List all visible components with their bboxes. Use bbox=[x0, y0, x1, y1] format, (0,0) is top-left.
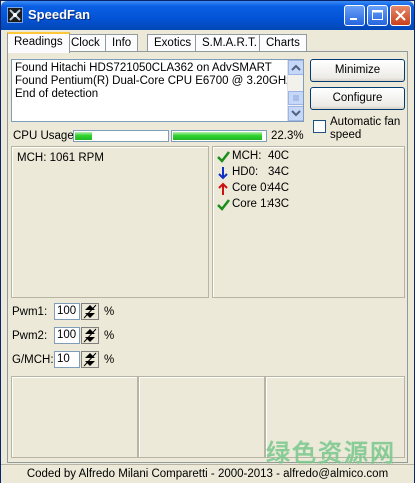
log-line: End of detection bbox=[15, 88, 99, 100]
tab-clock[interactable]: Clock bbox=[64, 34, 107, 51]
gmch-spinner[interactable] bbox=[81, 351, 99, 368]
temp-value: 34C bbox=[268, 166, 290, 178]
pwm2-spinner[interactable] bbox=[81, 327, 99, 344]
temp-value: 44C bbox=[268, 182, 290, 194]
automatic-fan-speed-label: Automatic fan speed bbox=[330, 116, 401, 141]
pwm1-label: Pwm1: bbox=[12, 306, 48, 318]
pwm2-unit: % bbox=[104, 330, 115, 342]
cpu-core0-fill bbox=[75, 132, 92, 140]
log-line: Found Pentium(R) Dual-Core CPU E6700 @ 3… bbox=[15, 75, 292, 87]
cpu-usage-total: 22.3% bbox=[271, 130, 304, 142]
speedfan-app-icon[interactable] bbox=[7, 7, 23, 23]
close-window-button[interactable] bbox=[390, 5, 411, 26]
pwm1-unit: % bbox=[104, 306, 115, 318]
pwm2-input[interactable]: 100 bbox=[54, 327, 80, 344]
title-bar[interactable]: SpeedFan bbox=[1, 1, 414, 30]
pwm1-spinner[interactable] bbox=[81, 303, 99, 320]
cpu-usage-label: CPU Usage bbox=[13, 130, 74, 142]
cpu-core0-bar bbox=[73, 130, 169, 142]
tab-charts[interactable]: Charts bbox=[259, 34, 307, 51]
speedfan-window: SpeedFan Readings Clock Info Exotics S.M… bbox=[0, 0, 415, 483]
tab-info[interactable]: Info bbox=[105, 34, 139, 51]
tab-smart[interactable]: S.M.A.R.T. bbox=[195, 34, 264, 51]
temp-name: Core 1: bbox=[232, 198, 270, 210]
cpu-core1-bar bbox=[171, 130, 267, 142]
fan-reading: MCH: 1061 RPM bbox=[17, 152, 104, 164]
info-box-left bbox=[11, 376, 138, 458]
log-line: Found Hitachi HDS721050CLA362 on AdvSMAR… bbox=[15, 62, 272, 74]
maximize-window-button[interactable] bbox=[367, 5, 388, 26]
temp-value: 40C bbox=[268, 150, 290, 162]
pwm2-label: Pwm2: bbox=[12, 330, 48, 342]
info-box-middle bbox=[138, 376, 265, 458]
gmch-unit: % bbox=[104, 354, 115, 366]
cpu-core1-fill bbox=[173, 132, 263, 140]
scroll-down-button[interactable] bbox=[288, 106, 303, 121]
window-title: SpeedFan bbox=[28, 7, 91, 22]
scroll-thumb[interactable] bbox=[288, 91, 303, 105]
temp-name: HD0: bbox=[232, 166, 259, 178]
minimize-button[interactable]: Minimize bbox=[310, 59, 405, 82]
tab-readings[interactable]: Readings bbox=[7, 32, 70, 53]
status-bar: Coded by Alfredo Milani Comparetti - 200… bbox=[1, 464, 414, 483]
fan-speed-group bbox=[11, 146, 209, 298]
check-icon bbox=[216, 150, 230, 164]
configure-button[interactable]: Configure bbox=[310, 87, 405, 110]
log-scrollbar[interactable] bbox=[287, 60, 303, 121]
check-icon bbox=[216, 198, 230, 212]
temp-name: Core 0: bbox=[232, 182, 270, 194]
arrow-up-icon bbox=[216, 182, 230, 196]
automatic-fan-speed-checkbox[interactable] bbox=[313, 120, 326, 133]
minimize-window-button[interactable] bbox=[344, 5, 365, 26]
gmch-input[interactable]: 10 bbox=[54, 351, 80, 368]
arrow-down-icon bbox=[216, 166, 230, 180]
temp-name: MCH: bbox=[232, 150, 262, 162]
gmch-label: G/MCH: bbox=[12, 354, 54, 366]
tab-exotics[interactable]: Exotics bbox=[147, 34, 199, 51]
temp-value: 43C bbox=[268, 198, 290, 210]
detection-log[interactable]: Found Hitachi HDS721050CLA362 on AdvSMAR… bbox=[11, 59, 304, 122]
pwm1-input[interactable]: 100 bbox=[54, 303, 80, 320]
scroll-up-button[interactable] bbox=[288, 60, 303, 75]
